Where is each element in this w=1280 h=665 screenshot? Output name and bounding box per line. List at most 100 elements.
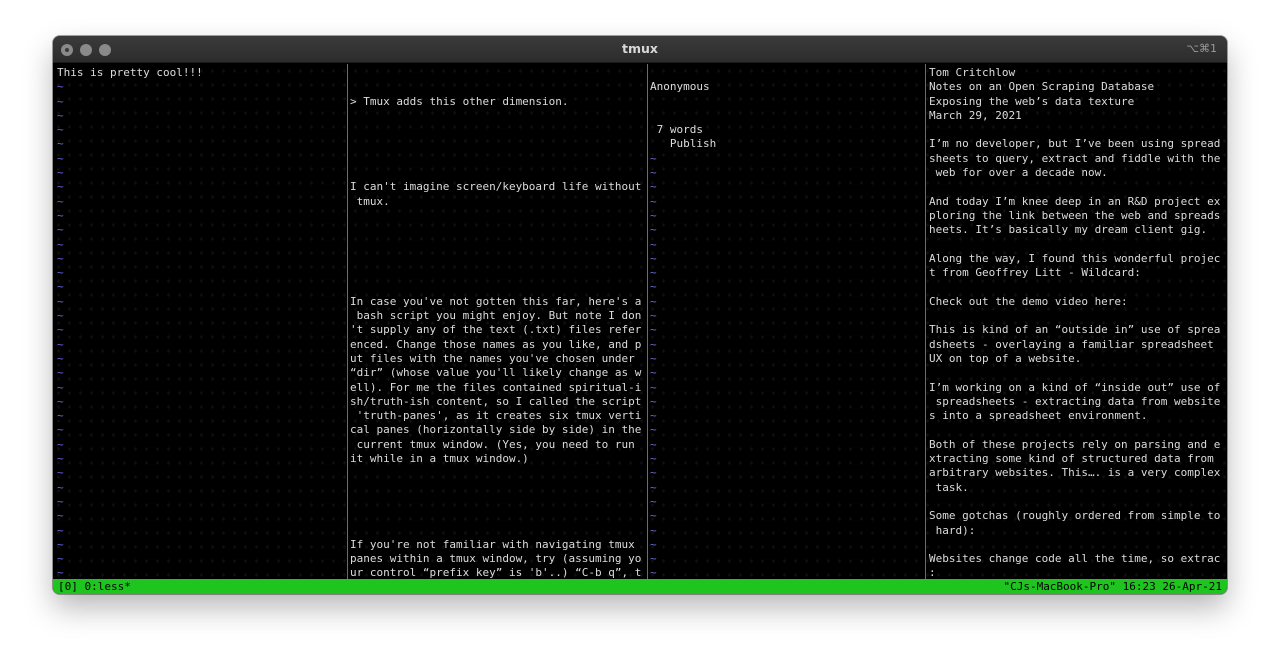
- text-line: current tmux window. (Yes, you need to r…: [350, 437, 635, 451]
- text-line: [650, 109, 924, 123]
- empty-line-marker: ~: [57, 294, 64, 308]
- empty-line-marker: ~: [57, 523, 64, 537]
- text-line: [929, 538, 1225, 552]
- text-line: hard):: [929, 523, 976, 537]
- text-line: ell). For me the files contained spiritu…: [350, 380, 642, 394]
- text-line: > Tmux adds this other dimension.: [350, 94, 569, 108]
- text-line: In case you've not gotten this far, here…: [350, 294, 642, 308]
- text-line: [350, 109, 646, 123]
- text-line: task.: [929, 480, 969, 494]
- text-line: This is kind of an “outside in” use of s…: [929, 323, 1221, 337]
- text-line: Notes on an Open Scraping Database: [929, 80, 1155, 94]
- text-line: [350, 209, 646, 223]
- text-line: [929, 495, 1225, 509]
- empty-line-marker: ~: [650, 409, 657, 423]
- text-line: ploring the link between the web and spr…: [929, 208, 1221, 222]
- text-line: it while in a tmux window.): [350, 452, 529, 466]
- empty-line-marker: ~: [650, 437, 657, 451]
- text-line: [350, 66, 646, 80]
- tmux-pane-1[interactable]: This is pretty cool!!! ~ ~ ~ ~ ~ ~ ~ ~ ~ ~ ~ ~ ~ ~ ~ ~ ~ ~…: [57, 64, 347, 579]
- text-line: [929, 423, 1225, 437]
- text-line: 'truth-panes', as it creates six tmux ve…: [350, 409, 642, 423]
- empty-line-marker: ~: [57, 123, 64, 137]
- empty-line-marker: ~: [650, 452, 657, 466]
- empty-line-marker: ~: [57, 237, 64, 251]
- tmux-pane-4[interactable]: Tom Critchlow Notes on an Open Scraping D…: [929, 64, 1225, 579]
- text-line: enced. Change those names as you like, a…: [350, 337, 642, 351]
- empty-line-marker: ~: [57, 366, 64, 380]
- empty-line-marker: ~: [57, 323, 64, 337]
- empty-line-marker: ~: [57, 494, 64, 508]
- empty-line-marker: ~: [650, 394, 657, 408]
- text-line: [929, 280, 1225, 294]
- empty-line-marker: ~: [57, 566, 64, 579]
- text-line: [350, 266, 646, 280]
- empty-line-marker: ~: [57, 251, 64, 265]
- status-window-list[interactable]: [0] 0:less*: [58, 579, 131, 594]
- tmux-pane-3[interactable]: Anonymous 7 words Publish ~ ~ ~ ~ ~ ~ ~ ~ ~ ~ ~ ~ ~ ~ ~…: [650, 64, 924, 579]
- text-line: Both of these projects rely on parsing a…: [929, 437, 1221, 451]
- text-line: [929, 366, 1225, 380]
- text-line: “dir” (whose value you'll likely change …: [350, 366, 642, 380]
- text-line: I’m no developer, but I’ve been using sp…: [929, 137, 1221, 151]
- empty-line-marker: ~: [650, 237, 657, 251]
- empty-line-marker: ~: [57, 437, 64, 451]
- text-line: :: [929, 566, 936, 579]
- text-line: dsheets - overlaying a familiar spreadsh…: [929, 337, 1214, 351]
- terminal-area[interactable]: This is pretty cool!!! ~ ~ ~ ~ ~ ~ ~ ~ ~ ~ ~ ~ ~ ~ ~ ~ ~ ~…: [53, 64, 1227, 579]
- text-line: [350, 166, 646, 180]
- empty-line-marker: ~: [57, 309, 64, 323]
- text-line: bash script you might enjoy. But note I …: [350, 309, 642, 323]
- empty-line-marker: ~: [650, 366, 657, 380]
- text-line: [350, 152, 646, 166]
- text-line: web for over a decade now.: [929, 166, 1108, 180]
- text-line: Publish: [650, 137, 717, 151]
- empty-line-marker: ~: [57, 223, 64, 237]
- empty-line-marker: ~: [57, 509, 64, 523]
- pane-divider[interactable]: [347, 64, 348, 579]
- text-line: spreadsheets - extracting data from webs…: [929, 394, 1221, 408]
- window-title: tmux: [622, 41, 658, 56]
- empty-line-marker: ~: [650, 523, 657, 537]
- text-line: [350, 524, 646, 538]
- text-line: [650, 66, 924, 80]
- empty-line-marker: ~: [650, 480, 657, 494]
- text-line: arbitrary websites. This…. is a very com…: [929, 466, 1221, 480]
- empty-line-marker: ~: [650, 566, 657, 579]
- text-line: [929, 180, 1225, 194]
- empty-line-marker: ~: [650, 280, 657, 294]
- text-line: Some gotchas (roughly ordered from simpl…: [929, 509, 1221, 523]
- empty-line-marker: ~: [650, 223, 657, 237]
- text-line: [350, 80, 646, 94]
- text-line: [650, 95, 924, 109]
- text-line: Tom Critchlow: [929, 66, 1016, 79]
- text-line: cal panes (horizontally side by side) in…: [350, 423, 642, 437]
- empty-line-marker: ~: [57, 351, 64, 365]
- text-line: [350, 495, 646, 509]
- text-line: panes within a tmux window, try (assumin…: [350, 552, 642, 566]
- text-line: [929, 238, 1225, 252]
- text-line: March 29, 2021: [929, 108, 1022, 122]
- empty-line-marker: ~: [650, 537, 657, 551]
- text-line: heets. It’s basically my dream client gi…: [929, 223, 1208, 237]
- empty-line-marker: ~: [650, 309, 657, 323]
- text-line: ur control “prefix key” is 'b'..) “C-b q…: [350, 566, 642, 579]
- text-line: If you're not familiar with navigating t…: [350, 537, 635, 551]
- empty-line-marker: ~: [57, 409, 64, 423]
- pane-divider[interactable]: [925, 64, 926, 579]
- empty-line-marker: ~: [650, 351, 657, 365]
- empty-line-marker: ~: [57, 394, 64, 408]
- empty-line-marker: ~: [57, 108, 64, 122]
- empty-line-marker: ~: [650, 337, 657, 351]
- status-host-time: "CJs-MacBook-Pro" 16:23 26-Apr-21: [1003, 580, 1222, 593]
- text-line: Websites change code all the time, so ex…: [929, 552, 1221, 566]
- empty-line-marker: ~: [57, 137, 64, 151]
- text-line: [350, 481, 646, 495]
- pane-divider[interactable]: [647, 64, 648, 579]
- empty-line-marker: ~: [650, 423, 657, 437]
- empty-line-marker: ~: [57, 280, 64, 294]
- text-line: tmux.: [350, 194, 390, 208]
- text-line: 7 words: [650, 123, 703, 137]
- tmux-pane-2[interactable]: > Tmux adds this other dimension. I can't…: [350, 64, 646, 579]
- empty-line-marker: ~: [57, 80, 64, 94]
